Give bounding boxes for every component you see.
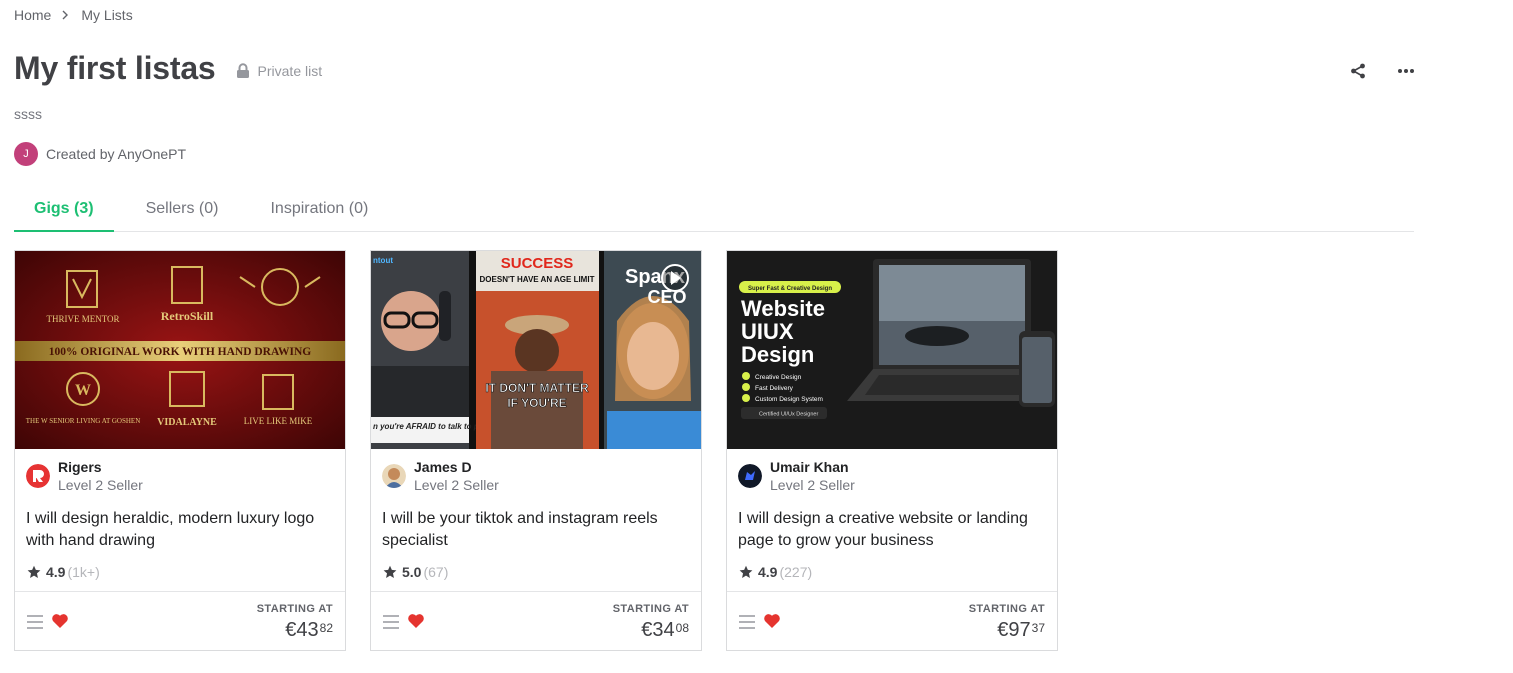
- seller-info: Umair Khan Level 2 Seller: [738, 459, 855, 495]
- gig-thumbnail[interactable]: THRIVE MENTOR RetroSkill 100% ORIGINAL W…: [15, 251, 345, 449]
- privacy-indicator: Private list: [236, 62, 323, 79]
- list-icon[interactable]: [382, 614, 400, 630]
- rating-count: (227): [779, 564, 813, 580]
- list-tabs: Gigs (3) Sellers (0) Inspiration (0): [14, 188, 1414, 232]
- card-footer: STARTING AT €97 37: [727, 591, 1057, 650]
- logo-text: LIVE LIKE MIKE: [244, 416, 313, 426]
- star-icon: [383, 565, 397, 578]
- star-icon: [739, 565, 753, 578]
- share-icon: [1351, 63, 1365, 79]
- tab-sellers[interactable]: Sellers (0): [126, 188, 239, 232]
- play-icon[interactable]: [661, 264, 689, 292]
- lock-icon: [236, 62, 249, 78]
- list-actions: [1346, 60, 1418, 82]
- logo-text: VIDALAYNE: [157, 417, 217, 428]
- avatar[interactable]: [26, 464, 50, 488]
- gig-thumbnail[interactable]: ntout n you're AFRAID to talk to people …: [371, 251, 701, 449]
- gig-rating: 5.0 (67): [383, 564, 448, 580]
- gig-title[interactable]: I will be your tiktok and instagram reel…: [382, 508, 682, 552]
- starting-at-label: STARTING AT: [612, 603, 689, 615]
- breadcrumb-home-link[interactable]: Home: [14, 7, 51, 23]
- thumbnail-text: Custom Design System: [755, 396, 823, 403]
- svg-text:W: W: [75, 382, 91, 399]
- logo-text: THE W SENIOR LIVING AT GOSHEN: [26, 417, 141, 425]
- heart-icon[interactable]: [407, 613, 425, 629]
- price-main: €97: [997, 619, 1031, 641]
- banner-text: 100% ORIGINAL WORK WITH HAND DRAWING: [49, 346, 312, 358]
- thumbnail-text: SUCCESS: [501, 255, 574, 272]
- price-main: €43: [285, 619, 319, 641]
- more-options-button[interactable]: [1394, 60, 1418, 82]
- price-main: €34: [641, 619, 675, 641]
- heart-icon[interactable]: [763, 613, 781, 629]
- gig-price: €43 82: [285, 619, 333, 642]
- card-footer: STARTING AT €34 08: [371, 591, 701, 650]
- thumbnail-text: Creative Design: [755, 374, 802, 381]
- gig-price: €34 08: [641, 619, 689, 642]
- gig-title[interactable]: I will design a creative website or land…: [738, 508, 1038, 552]
- seller-name[interactable]: Rigers: [58, 459, 143, 475]
- thumbnail-text: DOESN'T HAVE AN AGE LIMIT: [480, 275, 595, 284]
- rating-score: 5.0: [402, 564, 422, 580]
- list-icon[interactable]: [738, 614, 756, 630]
- gig-card[interactable]: THRIVE MENTOR RetroSkill 100% ORIGINAL W…: [14, 250, 346, 651]
- thumbnail-text: Super Fast & Creative Design: [748, 286, 832, 292]
- gig-rating: 4.9 (227): [739, 564, 812, 580]
- starting-at-label: STARTING AT: [256, 603, 333, 615]
- thumbnail-text: IF YOU'RE: [507, 396, 566, 410]
- gig-thumbnail[interactable]: Super Fast & Creative Design Website UIU…: [727, 251, 1057, 449]
- privacy-label: Private list: [257, 62, 323, 79]
- breadcrumb: Home My Lists: [14, 7, 133, 23]
- list-header: My first listas Private list: [14, 50, 322, 87]
- seller-level: Level 2 Seller: [58, 477, 143, 493]
- list-creator: J Created by AnyOnePT: [14, 142, 186, 166]
- gig-card[interactable]: Super Fast & Creative Design Website UIU…: [726, 250, 1058, 651]
- logo-text: RetroSkill: [161, 309, 214, 323]
- price-cents: 82: [319, 621, 333, 635]
- price-cents: 37: [1031, 621, 1045, 635]
- seller-name[interactable]: Umair Khan: [770, 459, 855, 475]
- thumbnail-text: IT DON'T MATTER: [485, 381, 589, 395]
- thumbnail-text: Fast Delivery: [755, 385, 794, 392]
- thumbnail-text: ntout: [373, 256, 393, 265]
- avatar[interactable]: J: [14, 142, 38, 166]
- more-horizontal-icon: [1398, 69, 1414, 73]
- thumbnail-text: Design: [741, 342, 814, 367]
- tab-inspiration[interactable]: Inspiration (0): [250, 188, 388, 232]
- heart-icon[interactable]: [51, 613, 69, 629]
- starting-at-label: STARTING AT: [968, 603, 1045, 615]
- avatar[interactable]: [382, 464, 406, 488]
- share-button[interactable]: [1346, 60, 1370, 82]
- logo-text: THRIVE MENTOR: [46, 314, 119, 324]
- rating-count: (1k+): [67, 564, 100, 580]
- list-description: ssss: [14, 106, 42, 122]
- list-icon[interactable]: [26, 614, 44, 630]
- created-by-label[interactable]: Created by AnyOnePT: [46, 146, 186, 162]
- seller-level: Level 2 Seller: [770, 477, 855, 493]
- rating-score: 4.9: [758, 564, 778, 580]
- seller-info: Rigers Level 2 Seller: [26, 459, 143, 495]
- gig-title[interactable]: I will design heraldic, modern luxury lo…: [26, 508, 326, 552]
- chevron-right-icon: [61, 10, 71, 20]
- seller-info: James D Level 2 Seller: [382, 459, 499, 495]
- thumbnail-text: UIUX: [741, 319, 794, 344]
- seller-level: Level 2 Seller: [414, 477, 499, 493]
- tab-gigs[interactable]: Gigs (3): [14, 188, 114, 232]
- gig-card[interactable]: ntout n you're AFRAID to talk to people …: [370, 250, 702, 651]
- star-icon: [27, 565, 41, 578]
- price-cents: 08: [675, 621, 689, 635]
- gig-price: €97 37: [997, 619, 1045, 642]
- gig-rating: 4.9 (1k+): [27, 564, 100, 580]
- avatar[interactable]: [738, 464, 762, 488]
- rating-score: 4.9: [46, 564, 66, 580]
- thumbnail-text: Website: [741, 296, 825, 321]
- gig-card-list: THRIVE MENTOR RetroSkill 100% ORIGINAL W…: [14, 250, 1082, 651]
- page-title: My first listas: [14, 50, 216, 86]
- seller-name[interactable]: James D: [414, 459, 499, 475]
- breadcrumb-current[interactable]: My Lists: [81, 7, 132, 23]
- rating-count: (67): [423, 564, 449, 580]
- thumbnail-text: Certified UI/Ux Designer: [759, 412, 818, 418]
- card-footer: STARTING AT €43 82: [15, 591, 345, 650]
